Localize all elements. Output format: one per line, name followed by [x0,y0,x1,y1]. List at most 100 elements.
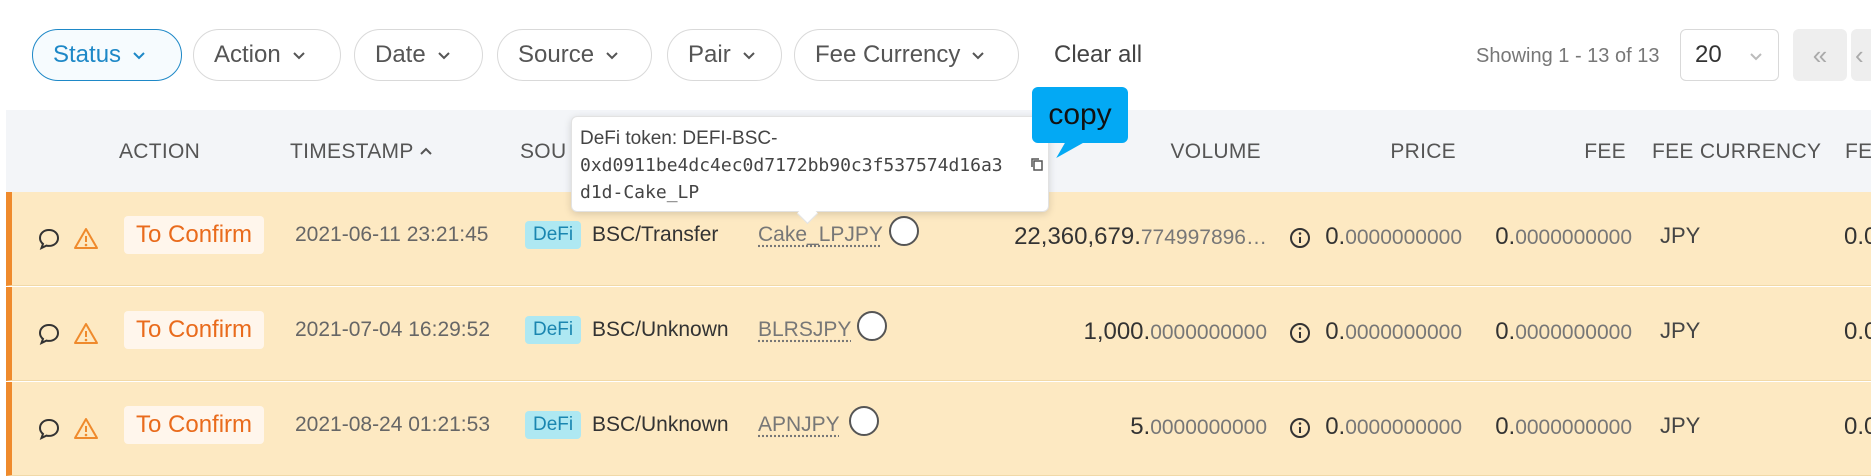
page-size-select[interactable]: 20 [1680,29,1779,81]
info-icon[interactable] [1289,227,1311,249]
filter-fee-currency-label: Fee Currency [815,41,960,69]
tooltip-line-2: 0xd0911be4dc4ec0d7172bb90c3f537574d16a3 [580,152,1040,179]
showing-count: Showing 1 - 13 of 13 [1476,45,1659,68]
extra-value: 0.0 [1844,223,1871,251]
volume-decimal: 0000000000 [1150,416,1267,439]
filter-source[interactable]: Source [497,29,652,81]
price-decimal: 0000000000 [1345,416,1462,439]
column-header-fee[interactable]: FEE [1456,140,1626,164]
chevron-down-icon [289,45,309,65]
column-header-volume[interactable]: VOLUME [1106,140,1261,164]
status-badge[interactable]: To Confirm [124,216,264,254]
timestamp: 2021-06-11 23:21:45 [295,223,488,247]
volume-integer: 1,000. [1083,318,1150,345]
copy-icon[interactable] [1029,156,1045,172]
volume-integer: 5. [1130,413,1150,440]
clear-all-button[interactable]: Clear all [1054,41,1142,69]
extra-value: 0.0 [1844,413,1871,441]
prev-page-icon: ‹ [1855,40,1864,71]
timestamp: 2021-07-04 16:29:52 [295,318,490,342]
prev-page-button[interactable]: ‹ [1851,29,1871,81]
warning-icon [73,321,99,347]
column-header-fee-currency[interactable]: FEE CURRENCY [1652,140,1821,164]
volume: 5.0000000000 [1012,413,1267,441]
token-tooltip: DeFi token: DEFI-BSC- 0xd0911be4dc4ec0d7… [571,116,1049,212]
extra-value-text: 0.0 [1844,318,1871,345]
fee-currency: JPY [1660,318,1700,344]
volume-integer: 22,360,679. [1014,223,1141,250]
comment-icon[interactable] [37,227,61,251]
fee-decimal: 0000000000 [1515,321,1632,344]
warning-icon [73,416,99,442]
filter-source-label: Source [518,41,594,69]
filter-action-label: Action [214,41,281,69]
chevron-down-icon [968,45,988,65]
status-badge[interactable]: To Confirm [124,406,264,444]
pair-asset-icon [857,311,887,341]
fee-integer: 0. [1495,318,1515,345]
source: BSC/Unknown [592,318,729,342]
info-icon[interactable] [1289,322,1311,344]
page-size-value: 20 [1695,41,1722,69]
filter-date[interactable]: Date [354,29,483,81]
price: 0.0000000000 [1322,318,1462,346]
first-page-button[interactable]: « [1793,29,1847,81]
price: 0.0000000000 [1322,223,1462,251]
chevron-down-icon [434,45,454,65]
tooltip-line-1: DeFi token: DEFI-BSC- [580,125,1040,152]
copy-tooltip: copy [1032,87,1128,143]
filter-action[interactable]: Action [193,29,341,81]
extra-value-text: 0.0 [1844,223,1871,250]
fee-currency: JPY [1660,413,1700,439]
price-decimal: 0000000000 [1345,226,1462,249]
chevron-down-icon [1746,46,1766,66]
filter-fee-currency[interactable]: Fee Currency [794,29,1019,81]
filter-toolbar: Status Action Date Source Pair Fee Curre… [0,0,1871,110]
info-icon[interactable] [1289,417,1311,439]
pair-asset-icon [889,216,919,246]
sort-ascending-icon [418,144,434,160]
table-row[interactable]: To Confirm 2021-07-04 16:29:52 DeFi BSC/… [6,287,1871,381]
timestamp: 2021-08-24 01:21:53 [295,413,490,437]
source: BSC/Unknown [592,413,729,437]
filter-date-label: Date [375,41,426,69]
first-page-icon: « [1813,40,1827,71]
defi-badge: DeFi [525,411,581,439]
chevron-down-icon [602,45,622,65]
pair-asset-icon [849,406,879,436]
price-integer: 0. [1325,413,1345,440]
column-header-source[interactable]: SOU [520,140,566,164]
fee-decimal: 0000000000 [1515,226,1632,249]
price-integer: 0. [1325,318,1345,345]
status-badge[interactable]: To Confirm [124,311,264,349]
filter-pair[interactable]: Pair [667,29,782,81]
defi-badge: DeFi [525,316,581,344]
volume-decimal: 0000000000 [1150,321,1267,344]
extra-value-text: 0.0 [1844,413,1871,440]
column-header-timestamp-label: TIMESTAMP [290,140,414,164]
column-header-timestamp[interactable]: TIMESTAMP [290,140,434,164]
volume: 22,360,679.774997896… [1012,223,1267,251]
comment-icon[interactable] [37,322,61,346]
column-header-action[interactable]: ACTION [119,140,200,164]
source: BSC/Transfer [592,223,718,247]
pair-link[interactable]: Cake_LPJPY [758,223,883,247]
pair-link[interactable]: APNJPY [758,413,840,437]
fee-currency: JPY [1660,223,1700,249]
table-row[interactable]: To Confirm 2021-08-24 01:21:53 DeFi BSC/… [6,382,1871,476]
warning-icon [73,226,99,252]
pair-link[interactable]: BLRSJPY [758,318,851,342]
fee-decimal: 0000000000 [1515,416,1632,439]
column-header-extra[interactable]: FE [1845,140,1871,164]
chevron-down-icon [129,45,149,65]
volume-decimal: 774997896… [1141,226,1267,249]
column-header-price[interactable]: PRICE [1306,140,1456,164]
tooltip-line-3: d1d-Cake_LP [580,179,1040,206]
price-integer: 0. [1325,223,1345,250]
filter-status[interactable]: Status [32,29,182,81]
fee-integer: 0. [1495,223,1515,250]
chevron-down-icon [739,45,759,65]
filter-status-label: Status [53,41,121,69]
fee: 0.0000000000 [1492,318,1632,346]
comment-icon[interactable] [37,417,61,441]
